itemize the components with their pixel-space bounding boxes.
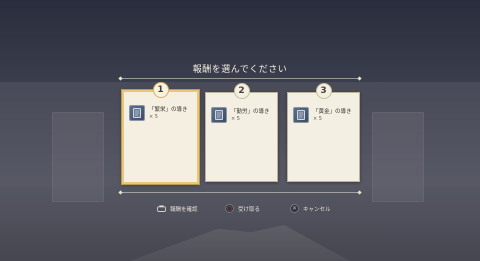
receive-button[interactable]: ○ 受け取る xyxy=(225,204,260,213)
reward-item-quantity: × 5 xyxy=(149,114,158,120)
background-tile xyxy=(372,112,424,202)
reward-number-badge: 2 xyxy=(233,83,250,99)
cross-button-icon: ✕ xyxy=(290,204,299,213)
book-icon xyxy=(293,107,309,123)
reward-item-name: 「繁栄」の導き xyxy=(149,107,188,113)
reward-card-2[interactable]: 2 「勤労」の導き × 5 xyxy=(205,83,278,182)
reward-card-3[interactable]: 3 「黄金」の導き × 5 xyxy=(287,83,360,182)
reward-item-quantity: × 5 xyxy=(231,116,240,122)
reward-item-name: 「勤労」の導き xyxy=(231,109,270,115)
background-tile xyxy=(52,112,104,202)
touchpad-icon xyxy=(157,204,166,213)
circle-button-icon: ○ xyxy=(225,204,234,213)
button-hints: 報酬を確認 ○ 受け取る ✕ キャンセル xyxy=(0,204,480,216)
confirm-rewards-label: 報酬を確認 xyxy=(170,206,198,213)
background-shade xyxy=(0,221,480,261)
dialog-title: 報酬を選んでください xyxy=(192,65,288,75)
cancel-button[interactable]: ✕ キャンセル xyxy=(290,204,331,213)
reward-item-quantity: × 5 xyxy=(313,116,322,122)
cancel-label: キャンセル xyxy=(303,206,331,213)
reward-number-badge: 1 xyxy=(152,82,169,98)
confirm-rewards-button[interactable]: 報酬を確認 xyxy=(157,204,198,213)
book-icon xyxy=(211,107,227,123)
book-icon xyxy=(129,105,145,121)
receive-label: 受け取る xyxy=(238,206,261,213)
reward-card-1[interactable]: 1 「繁栄」の導き × 5 xyxy=(122,82,199,184)
divider-top xyxy=(121,78,359,79)
reward-number-badge: 3 xyxy=(315,83,332,99)
divider-bottom xyxy=(121,192,359,193)
reward-item-name: 「黄金」の導き xyxy=(313,109,352,115)
